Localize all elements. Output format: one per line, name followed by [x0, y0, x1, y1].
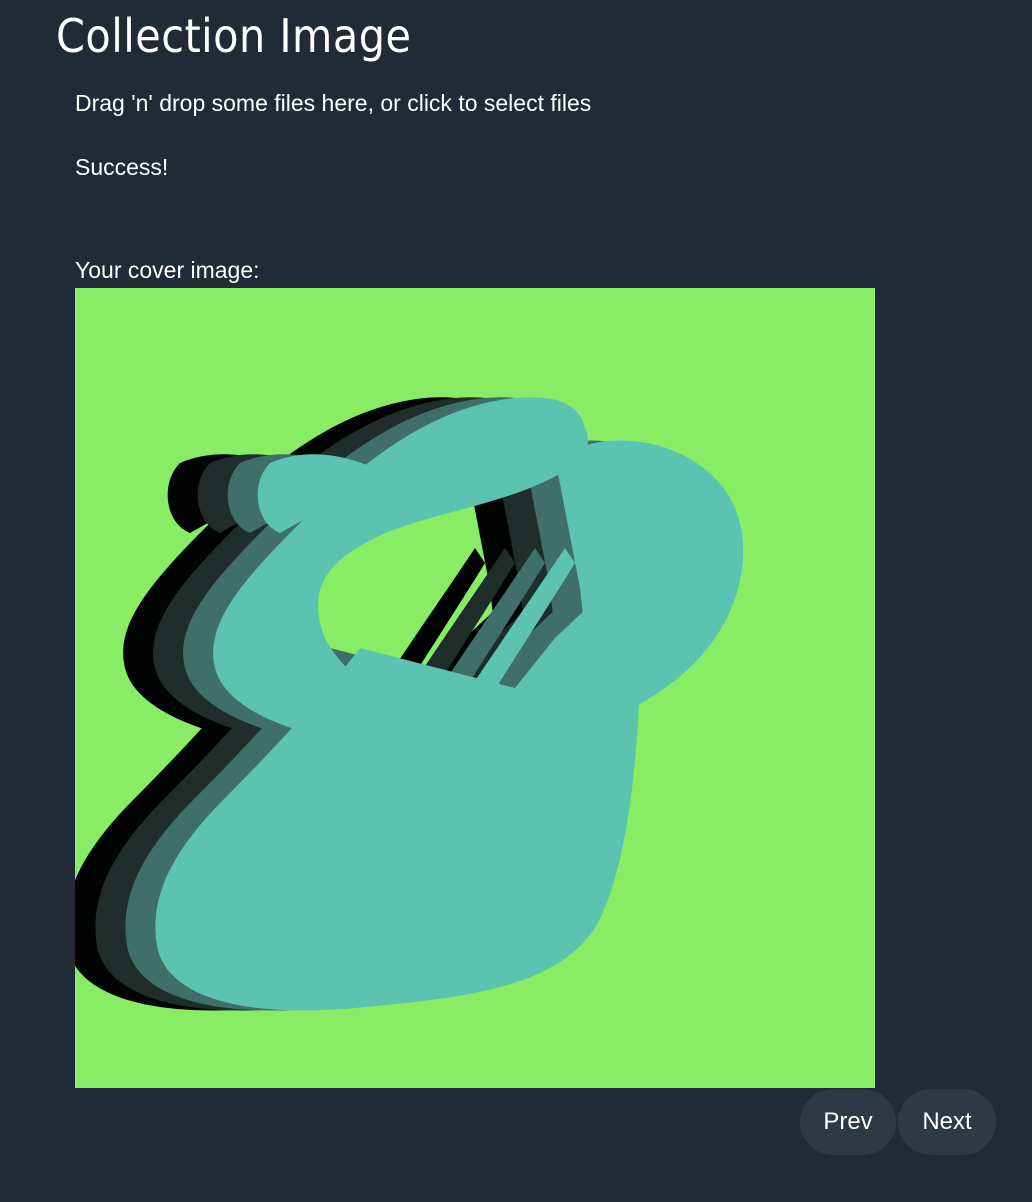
dropzone-instructions: Drag 'n' drop some files here, or click …	[75, 90, 592, 116]
collection-image-page: Collection Image Drag 'n' drop some file…	[0, 0, 1032, 1202]
file-dropzone[interactable]: Drag 'n' drop some files here, or click …	[75, 86, 875, 120]
next-button[interactable]: Next	[898, 1089, 996, 1155]
cover-image-label: Your cover image:	[75, 257, 260, 283]
prev-button[interactable]: Prev	[800, 1089, 896, 1155]
page-title: Collection Image	[56, 9, 412, 63]
cover-image	[75, 288, 875, 1088]
upload-status: Success!	[75, 154, 169, 180]
